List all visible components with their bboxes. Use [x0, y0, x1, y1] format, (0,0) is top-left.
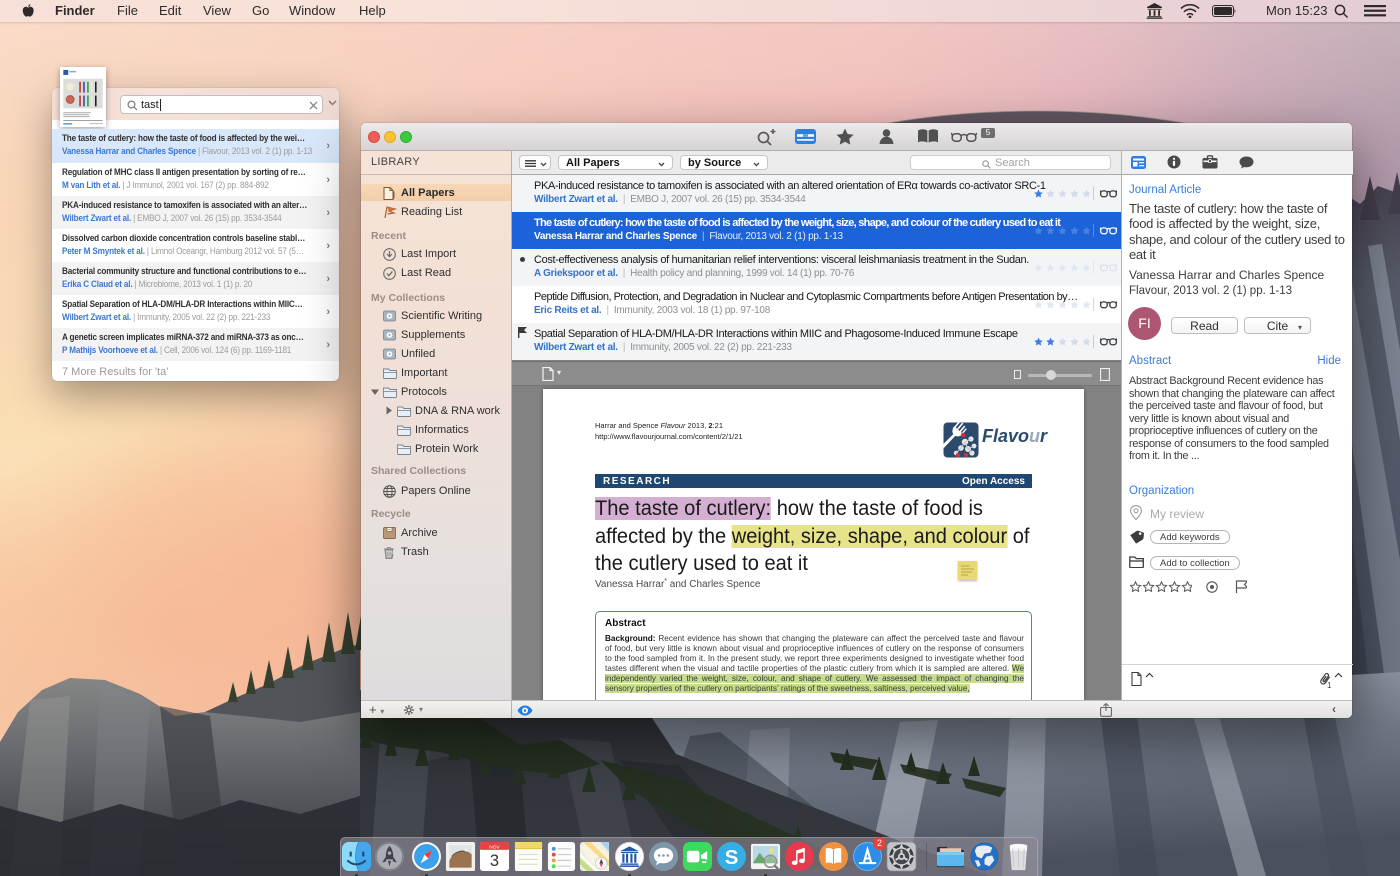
- svg-text:NOV: NOV: [489, 844, 500, 850]
- svg-text:S: S: [725, 847, 739, 869]
- svg-text:3: 3: [490, 852, 499, 870]
